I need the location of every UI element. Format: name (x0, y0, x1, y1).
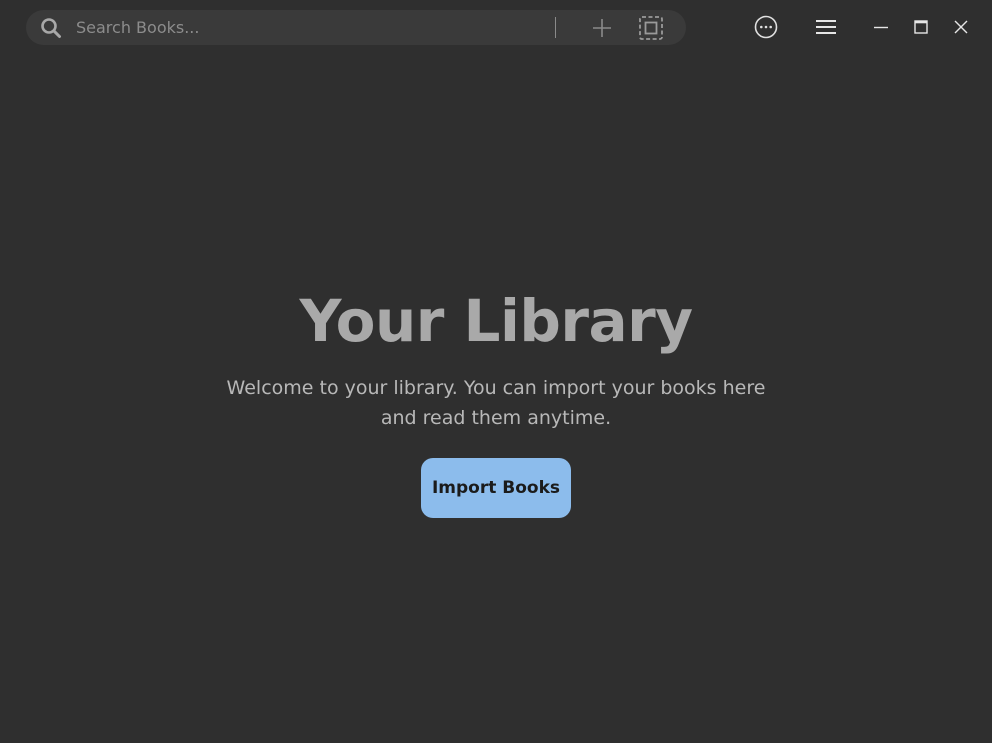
more-options-icon (754, 15, 778, 39)
welcome-message: Welcome to your library. You can import … (226, 377, 766, 429)
search-icon (41, 18, 61, 38)
search-bar (26, 10, 686, 45)
add-book-button[interactable] (589, 15, 615, 41)
search-divider (555, 17, 556, 38)
select-mode-button[interactable] (638, 15, 664, 41)
hamburger-menu-icon (816, 20, 836, 34)
main-menu-button[interactable] (813, 14, 839, 40)
window-maximize-button[interactable] (908, 14, 934, 40)
plus-icon (593, 19, 611, 37)
empty-library-panel: Your Library Welcome to your library. Yo… (0, 283, 992, 518)
import-books-button[interactable]: Import Books (421, 458, 571, 518)
app-window: Your Library Welcome to your library. Yo… (0, 0, 992, 743)
search-input[interactable] (76, 14, 546, 41)
window-close-icon (954, 20, 968, 34)
dashed-select-icon (639, 16, 663, 40)
window-minimize-button[interactable] (868, 14, 894, 40)
more-options-button[interactable] (753, 14, 779, 40)
window-close-button[interactable] (948, 14, 974, 40)
window-maximize-icon (914, 20, 928, 34)
page-title: Your Library (299, 287, 693, 355)
